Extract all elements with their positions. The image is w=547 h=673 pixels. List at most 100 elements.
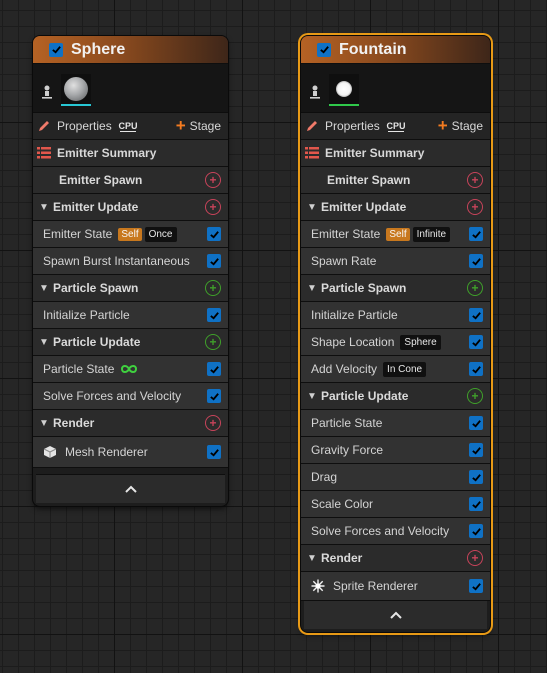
section-emitter-update[interactable]: ▼ Emitter Update + <box>33 194 228 221</box>
mesh-renderer-icon <box>43 446 57 458</box>
module-spawn-burst[interactable]: Spawn Burst Instantaneous <box>33 248 228 275</box>
properties-row[interactable]: Properties CPU + Stage <box>33 113 228 140</box>
section-emitter-spawn[interactable]: Emitter Spawn + <box>33 167 228 194</box>
emitter-title-bar[interactable]: Sphere <box>33 36 228 64</box>
module-add-velocity[interactable]: Add Velocity In Cone <box>301 356 490 383</box>
triangle-down-icon[interactable]: ▼ <box>39 202 53 213</box>
module-enable-checkbox[interactable] <box>207 362 221 376</box>
add-module-icon[interactable]: + <box>205 280 221 296</box>
module-emitter-state[interactable]: Emitter State Self Once <box>33 221 228 248</box>
emitter-enable-checkbox[interactable] <box>317 42 331 57</box>
cpu-icon[interactable]: CPU <box>118 119 138 133</box>
emitter-title: Sphere <box>71 40 126 58</box>
checkmark-icon <box>471 500 481 509</box>
section-particle-spawn[interactable]: ▼ Particle Spawn + <box>33 275 228 302</box>
emitter-title: Fountain <box>339 40 407 58</box>
sprite-preview-icon <box>336 81 352 97</box>
emitter-summary-row[interactable]: Emitter Summary <box>33 140 228 167</box>
module-enable-checkbox[interactable] <box>469 362 483 376</box>
module-initialize-particle[interactable]: Initialize Particle <box>301 302 490 329</box>
module-drag[interactable]: Drag <box>301 464 490 491</box>
module-sprite-renderer[interactable]: Sprite Renderer <box>301 572 490 601</box>
emitter-thumbnail[interactable] <box>61 74 91 106</box>
add-module-icon[interactable]: + <box>205 172 221 188</box>
collapse-button[interactable] <box>36 474 225 503</box>
emitter-summary-row[interactable]: Emitter Summary <box>301 140 490 167</box>
module-shape-location[interactable]: Shape Location Sphere <box>301 329 490 356</box>
module-enable-checkbox[interactable] <box>469 416 483 430</box>
checkmark-icon <box>471 365 481 374</box>
add-module-icon[interactable]: + <box>467 550 483 566</box>
module-scale-color[interactable]: Scale Color <box>301 491 490 518</box>
cpu-icon[interactable]: CPU <box>386 119 406 133</box>
section-render[interactable]: ▼ Render + <box>33 410 228 437</box>
pencil-icon <box>39 121 49 131</box>
add-module-icon[interactable]: + <box>467 280 483 296</box>
properties-row[interactable]: Properties CPU + Stage <box>301 113 490 140</box>
add-module-icon[interactable]: + <box>467 388 483 404</box>
module-enable-checkbox[interactable] <box>469 254 483 268</box>
section-emitter-spawn[interactable]: Emitter Spawn + <box>301 167 490 194</box>
module-particle-state[interactable]: Particle State <box>33 356 228 383</box>
module-enable-checkbox[interactable] <box>469 579 483 593</box>
module-enable-checkbox[interactable] <box>207 254 221 268</box>
emitter-title-bar[interactable]: Fountain <box>301 36 490 64</box>
module-enable-checkbox[interactable] <box>207 389 221 403</box>
section-render[interactable]: ▼ Render + <box>301 545 490 572</box>
module-label: Gravity Force <box>311 443 384 457</box>
module-gravity-force[interactable]: Gravity Force <box>301 437 490 464</box>
section-particle-spawn[interactable]: ▼ Particle Spawn + <box>301 275 490 302</box>
add-stage-button[interactable]: + Stage <box>176 117 221 134</box>
pin-icon[interactable] <box>309 84 321 100</box>
module-particle-state[interactable]: Particle State <box>301 410 490 437</box>
module-enable-checkbox[interactable] <box>469 497 483 511</box>
self-badge: Self <box>386 227 410 241</box>
module-enable-checkbox[interactable] <box>469 335 483 349</box>
module-solve-forces[interactable]: Solve Forces and Velocity <box>301 518 490 545</box>
emitter-node-sphere[interactable]: Sphere Properties CPU + Stage Emitter Su… <box>33 36 228 506</box>
add-module-icon[interactable]: + <box>205 199 221 215</box>
triangle-down-icon[interactable]: ▼ <box>39 337 53 348</box>
section-label: Render <box>53 416 95 430</box>
add-stage-button[interactable]: + Stage <box>438 117 483 134</box>
pencil-icon <box>307 121 317 131</box>
triangle-down-icon[interactable]: ▼ <box>39 283 53 294</box>
module-enable-checkbox[interactable] <box>207 445 221 459</box>
add-module-icon[interactable]: + <box>467 199 483 215</box>
emitter-enable-checkbox[interactable] <box>49 42 63 57</box>
section-particle-update[interactable]: ▼ Particle Update + <box>33 329 228 356</box>
module-label: Solve Forces and Velocity <box>43 389 182 403</box>
triangle-down-icon[interactable]: ▼ <box>307 202 321 213</box>
section-particle-update[interactable]: ▼ Particle Update + <box>301 383 490 410</box>
module-mesh-renderer[interactable]: Mesh Renderer <box>33 437 228 468</box>
module-emitter-state[interactable]: Emitter State Self Infinite <box>301 221 490 248</box>
checkmark-icon <box>209 392 219 401</box>
module-label: Spawn Rate <box>311 254 377 268</box>
module-enable-checkbox[interactable] <box>207 308 221 322</box>
add-module-icon[interactable]: + <box>205 334 221 350</box>
triangle-down-icon[interactable]: ▼ <box>39 418 53 429</box>
module-enable-checkbox[interactable] <box>469 308 483 322</box>
triangle-down-icon[interactable]: ▼ <box>307 283 321 294</box>
emitter-thumbnail[interactable] <box>329 74 359 106</box>
checkmark-icon <box>471 527 481 536</box>
module-enable-checkbox[interactable] <box>469 524 483 538</box>
module-enable-checkbox[interactable] <box>469 470 483 484</box>
section-emitter-update[interactable]: ▼ Emitter Update + <box>301 194 490 221</box>
module-spawn-rate[interactable]: Spawn Rate <box>301 248 490 275</box>
module-enable-checkbox[interactable] <box>469 227 483 241</box>
module-initialize-particle[interactable]: Initialize Particle <box>33 302 228 329</box>
triangle-down-icon[interactable]: ▼ <box>307 391 321 402</box>
add-module-icon[interactable]: + <box>467 172 483 188</box>
pin-icon[interactable] <box>41 84 53 100</box>
module-solve-forces[interactable]: Solve Forces and Velocity <box>33 383 228 410</box>
collapse-button[interactable] <box>304 600 487 629</box>
triangle-down-icon[interactable]: ▼ <box>307 553 321 564</box>
add-module-icon[interactable]: + <box>205 415 221 431</box>
checkmark-icon <box>209 311 219 320</box>
module-enable-checkbox[interactable] <box>207 227 221 241</box>
checkmark-icon <box>471 446 481 455</box>
module-enable-checkbox[interactable] <box>469 443 483 457</box>
emitter-node-fountain[interactable]: Fountain Properties CPU + Stage Emitter … <box>301 36 490 632</box>
checkmark-icon <box>471 338 481 347</box>
